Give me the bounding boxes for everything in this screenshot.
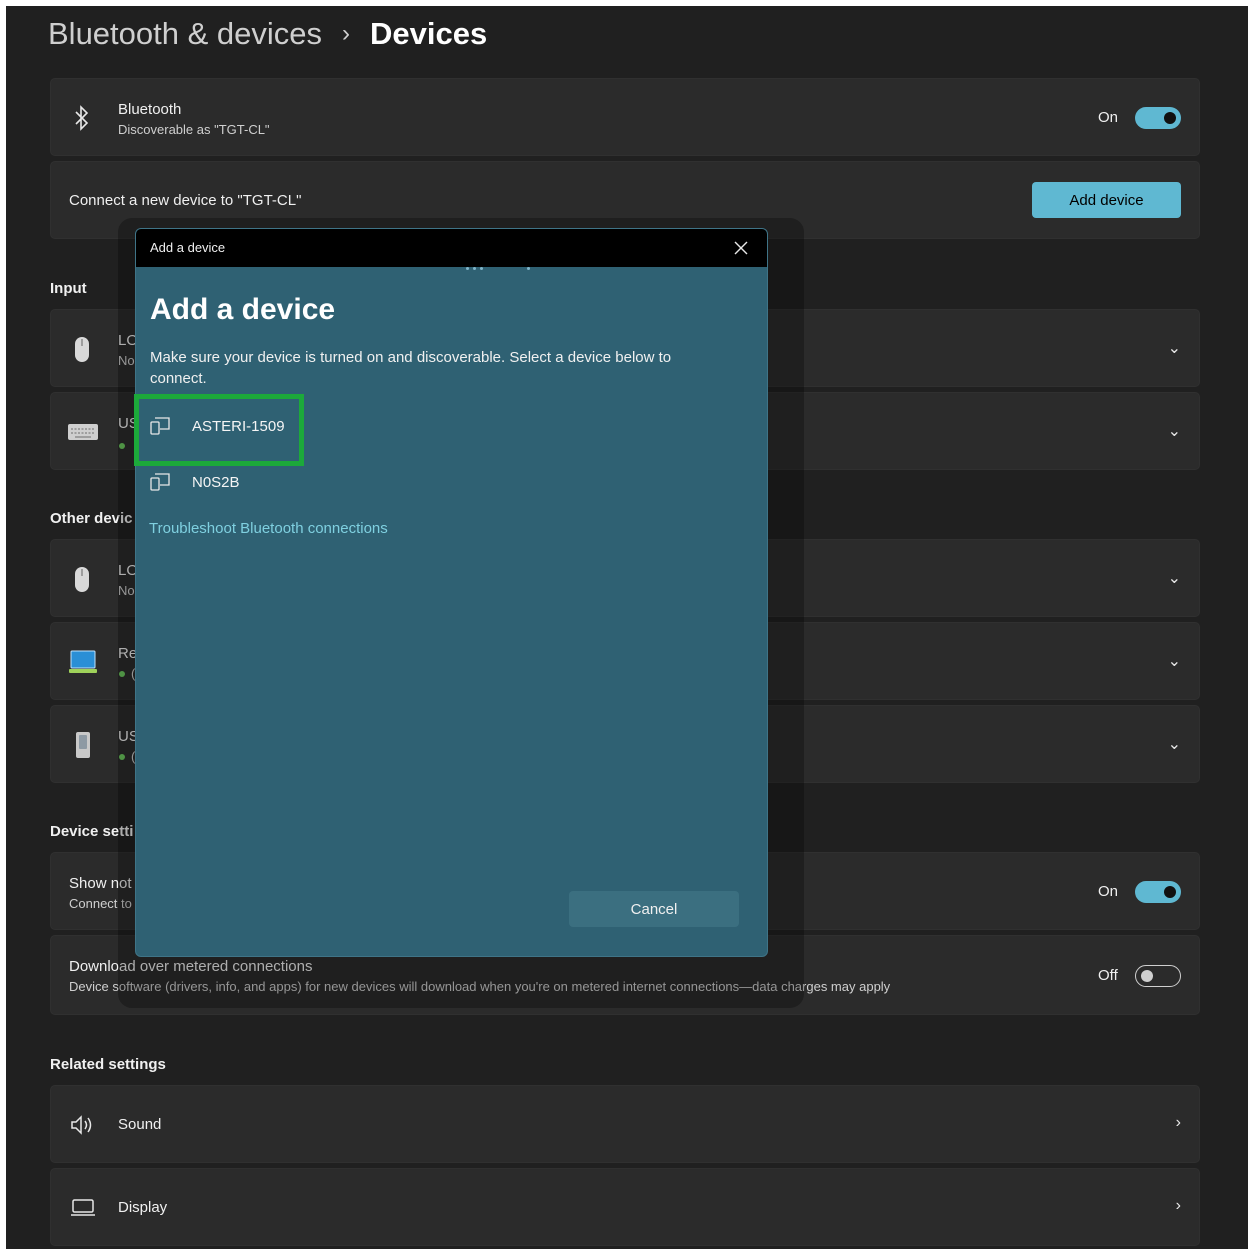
chevron-down-icon[interactable]: ⌄: [1168, 568, 1181, 588]
dialog-heading: Add a device: [150, 293, 336, 326]
related-sound-row[interactable]: Sound ›: [50, 1085, 1200, 1163]
bluetooth-icon: [75, 105, 89, 131]
toggle-knob: [1141, 970, 1153, 982]
mouse-icon: [75, 337, 89, 362]
toggle-knob: [1164, 886, 1176, 898]
related-label: Sound: [118, 1116, 162, 1133]
close-icon[interactable]: [734, 241, 748, 255]
metered-toggle[interactable]: [1135, 965, 1181, 987]
chevron-down-icon[interactable]: ⌄: [1168, 338, 1181, 358]
add-device-dialog: Add a device Add a device Make sure your…: [135, 228, 768, 957]
dialog-window-title: Add a device: [150, 240, 226, 255]
bluetooth-subtitle: Discoverable as "TGT-CL": [118, 122, 270, 137]
chevron-down-icon[interactable]: ⌄: [1168, 651, 1181, 671]
bluetooth-toggle-label: On: [1098, 109, 1119, 126]
troubleshoot-link[interactable]: Troubleshoot Bluetooth connections: [149, 520, 388, 537]
related-display-row[interactable]: Display ›: [50, 1168, 1200, 1246]
related-label: Display: [118, 1199, 168, 1216]
selection-highlight: [134, 394, 304, 466]
toggle-knob: [1164, 112, 1176, 124]
breadcrumb: Bluetooth & devices › Devices: [48, 16, 487, 52]
laptop-icon: [69, 650, 97, 673]
speaker-icon: [71, 1115, 92, 1135]
notifications-toggle[interactable]: [1135, 881, 1181, 903]
dialog-instructions: Make sure your device is turned on and d…: [150, 349, 672, 387]
bluetooth-toggle[interactable]: [1135, 107, 1181, 129]
breadcrumb-parent[interactable]: Bluetooth & devices: [48, 16, 322, 52]
section-input: Input: [50, 280, 87, 297]
bluetooth-card: Bluetooth Discoverable as "TGT-CL" On: [50, 78, 1200, 156]
dialog-titlebar: Add a device: [136, 229, 767, 267]
chevron-down-icon[interactable]: ⌄: [1168, 734, 1181, 754]
chevron-down-icon[interactable]: ⌄: [1168, 421, 1181, 441]
mouse-icon: [75, 567, 89, 592]
chevron-right-icon[interactable]: ›: [1176, 1197, 1181, 1215]
scanning-progress-dots: [466, 267, 530, 270]
chevron-right-icon[interactable]: ›: [1176, 1114, 1181, 1132]
cancel-button[interactable]: Cancel: [569, 891, 739, 927]
device-list-item[interactable]: N0S2B: [150, 473, 240, 491]
device-icon: [150, 473, 170, 491]
usb-drive-icon: [76, 732, 90, 758]
metered-toggle-label: Off: [1098, 967, 1118, 984]
page-title: Devices: [370, 16, 488, 51]
monitor-icon: [71, 1199, 95, 1216]
add-device-button[interactable]: Add device: [1032, 182, 1181, 218]
breadcrumb-separator-icon: ›: [342, 20, 351, 47]
notifications-toggle-label: On: [1098, 883, 1119, 900]
section-related-settings: Related settings: [50, 1056, 166, 1073]
bluetooth-title: Bluetooth: [118, 101, 182, 118]
settings-window: Bluetooth & devices › Devices Bluetooth …: [6, 6, 1248, 1249]
connect-text: Connect a new device to "TGT-CL": [69, 192, 302, 209]
device-name: N0S2B: [192, 473, 240, 491]
keyboard-icon: [68, 424, 98, 440]
